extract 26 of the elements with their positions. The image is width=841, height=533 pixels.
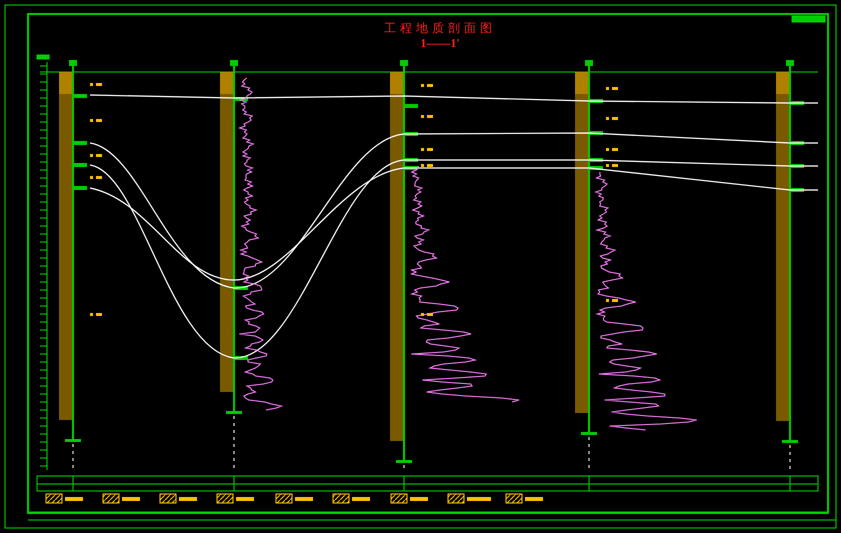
legend-swatch-drawing xyxy=(332,494,370,504)
layer-mark-icon xyxy=(606,87,618,90)
layer-mark-icon xyxy=(90,83,102,86)
drawing-title: 工程地质剖面图 xyxy=(384,20,496,36)
layer-mark-icon xyxy=(606,299,618,302)
legend-swatch-drawing xyxy=(160,494,197,504)
layer-mark-icon xyxy=(421,313,433,316)
legend-swatch-drawing xyxy=(46,494,83,504)
layer-mark-icon xyxy=(90,313,102,316)
layer-mark-icon xyxy=(90,154,102,157)
layer-mark-icon xyxy=(606,117,618,120)
legend-swatch-drawing xyxy=(390,494,428,504)
layer-mark-icon xyxy=(421,164,433,167)
layer-mark-icon xyxy=(421,84,433,87)
layer-mark-icon xyxy=(90,119,102,122)
legend-swatch-drawing xyxy=(216,494,254,504)
legend-swatch-drawing xyxy=(448,494,491,504)
legend-swatch-drawing xyxy=(506,494,543,504)
legend-swatch-drawing xyxy=(276,494,313,504)
layer-mark-icon xyxy=(606,148,618,151)
legend-swatch-drawing xyxy=(102,494,140,504)
layer-mark-icon xyxy=(421,148,433,151)
section-label: 1——1' xyxy=(420,36,460,50)
layer-mark-icon xyxy=(90,176,102,179)
layer-mark-icon xyxy=(421,115,433,118)
layer-mark-icon xyxy=(606,164,618,167)
